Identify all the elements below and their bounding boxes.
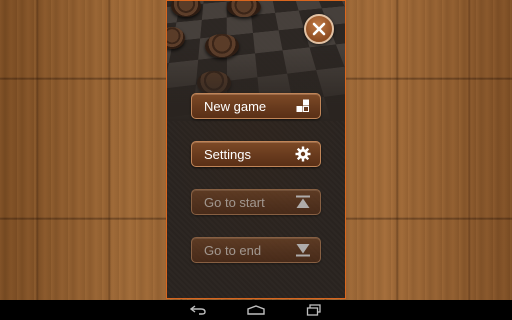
settings-button[interactable]: Settings: [191, 141, 321, 167]
close-button[interactable]: [304, 14, 334, 44]
new-game-button[interactable]: New game: [191, 93, 321, 119]
go-to-end-button[interactable]: Go to end: [191, 237, 321, 263]
go-to-start-label: Go to start: [204, 194, 265, 210]
back-icon[interactable]: [188, 303, 208, 317]
home-icon[interactable]: [246, 303, 266, 317]
system-navigation-bar: [0, 300, 512, 320]
go-to-start-icon: [295, 194, 311, 210]
go-to-end-label: Go to end: [204, 242, 262, 258]
recent-apps-icon[interactable]: [304, 303, 324, 317]
go-to-start-button[interactable]: Go to start: [191, 189, 321, 215]
go-to-end-icon: [295, 242, 311, 258]
new-game-icon: [295, 98, 311, 114]
gear-icon: [295, 146, 311, 162]
settings-label: Settings: [204, 146, 251, 162]
new-game-label: New game: [204, 98, 267, 114]
close-icon: [312, 22, 326, 36]
